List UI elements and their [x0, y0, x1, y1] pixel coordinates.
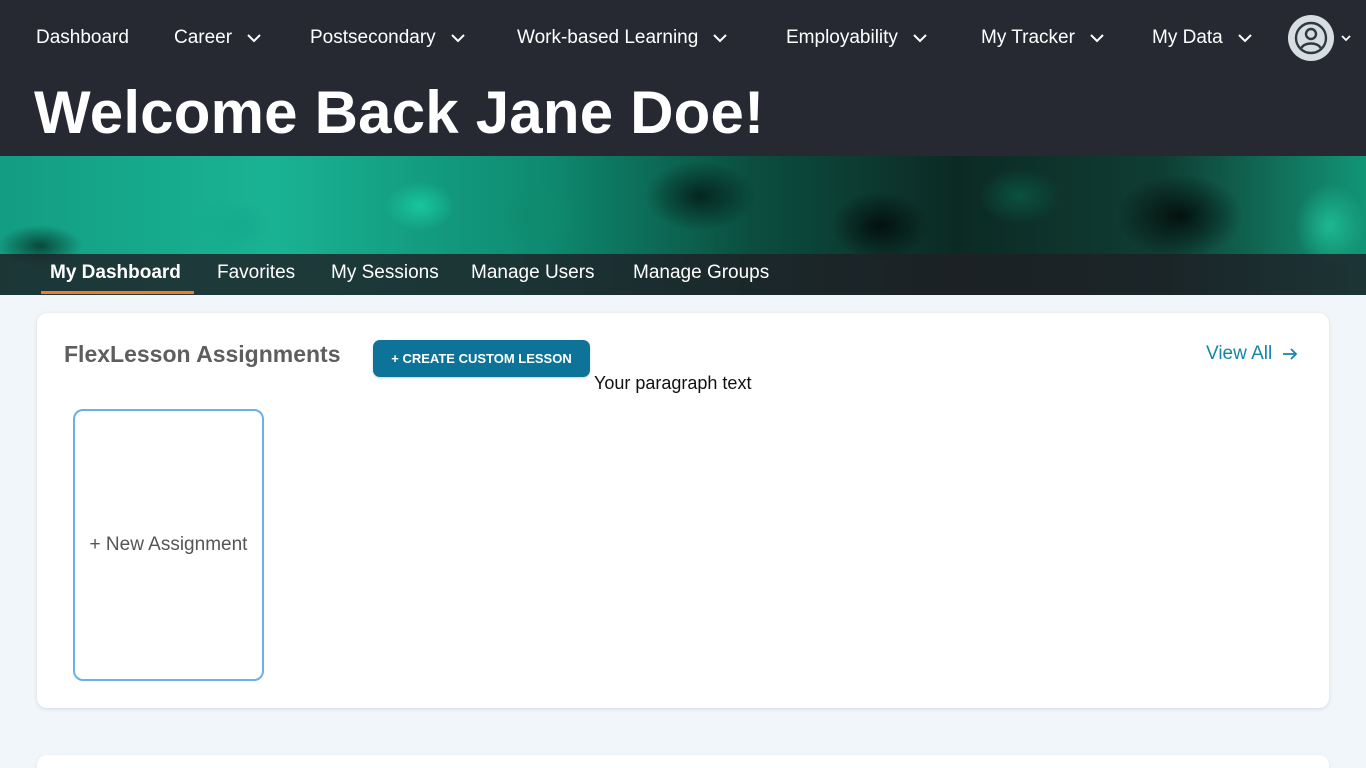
nav-item-label: Postsecondary [310, 27, 436, 48]
create-custom-lesson-button[interactable]: + CREATE CUSTOM LESSON [373, 340, 590, 377]
nav-item-postsecondary[interactable]: Postsecondary [310, 24, 466, 52]
chevron-down-icon [246, 30, 262, 46]
paragraph-text: Your paragraph text [594, 373, 752, 393]
nav-item-label: Dashboard [36, 27, 129, 48]
nav-item-dashboard[interactable]: Dashboard [36, 24, 129, 52]
new-assignment-card[interactable]: + New Assignment [73, 409, 264, 681]
chevron-down-icon [712, 30, 728, 46]
secondary-card [37, 755, 1329, 768]
tab-manage-users[interactable]: Manage Users [471, 262, 595, 292]
nav-item-label: My Data [1152, 27, 1223, 48]
chevron-down-icon [1340, 32, 1352, 44]
welcome-heading: Welcome Back Jane Doe! [34, 79, 765, 146]
assignments-title: FlexLesson Assignments [64, 341, 341, 367]
view-all-link[interactable]: View All [1206, 342, 1298, 366]
nav-item-my-tracker[interactable]: My Tracker [981, 24, 1105, 52]
tab-my-sessions[interactable]: My Sessions [331, 262, 439, 292]
nav-item-career[interactable]: Career [174, 24, 262, 52]
nav-item-label: Work-based Learning [517, 27, 699, 48]
main-nav: Dashboard Career Postsecondary Work-base… [0, 0, 1366, 75]
chevron-down-icon [1237, 30, 1253, 46]
nav-item-employability[interactable]: Employability [786, 24, 928, 52]
chevron-down-icon [1089, 30, 1105, 46]
account-menu[interactable] [1288, 14, 1352, 62]
nav-item-my-data[interactable]: My Data [1152, 24, 1253, 52]
top-header: Dashboard Career Postsecondary Work-base… [0, 0, 1366, 156]
nav-item-label: Employability [786, 27, 898, 48]
tab-manage-groups[interactable]: Manage Groups [633, 262, 769, 292]
arrow-right-icon [1282, 346, 1298, 362]
nav-item-label: My Tracker [981, 27, 1075, 48]
tab-favorites[interactable]: Favorites [217, 262, 295, 292]
user-circle-icon [1288, 15, 1334, 61]
nav-item-label: Career [174, 27, 233, 48]
chevron-down-icon [450, 30, 466, 46]
view-all-label: View All [1206, 343, 1273, 364]
active-tab-indicator [41, 291, 194, 294]
tab-my-dashboard[interactable]: My Dashboard [50, 262, 181, 292]
chevron-down-icon [912, 30, 928, 46]
nav-item-work-based-learning[interactable]: Work-based Learning [517, 24, 728, 52]
